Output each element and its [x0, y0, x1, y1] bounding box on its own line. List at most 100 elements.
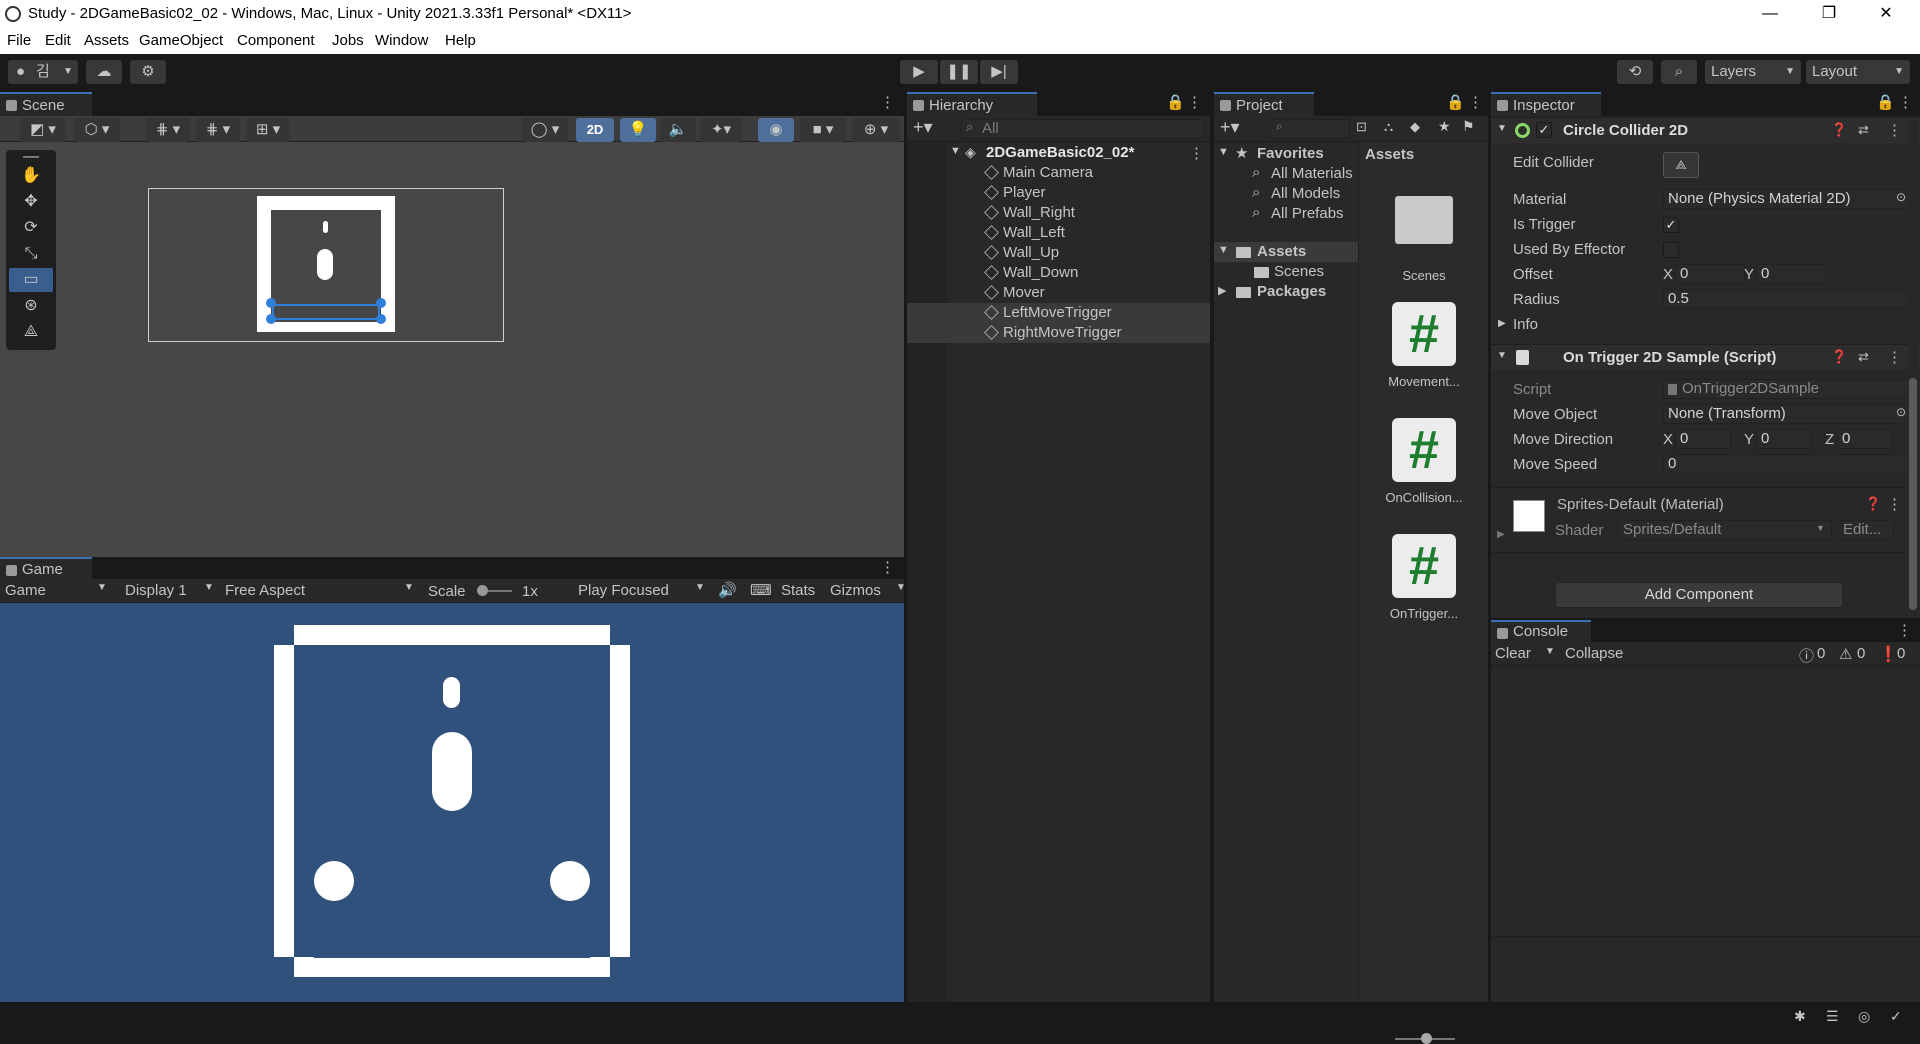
material-field[interactable]: None (Physics Material 2D) [1663, 189, 1913, 209]
tab-project[interactable]: Project [1214, 92, 1314, 116]
shader-edit-button[interactable]: Edit... [1838, 520, 1894, 540]
layout-dropdown[interactable]: Layout ▼ [1806, 60, 1910, 84]
aspect-dropdown[interactable]: Free Aspect [225, 582, 305, 599]
hierarchy-item-wall-left[interactable]: Wall_Left [907, 223, 1210, 243]
game-menu-icon[interactable]: ⋮ [880, 557, 895, 581]
lock-icon[interactable]: 🔒 [1876, 92, 1895, 116]
custom-tool-icon[interactable]: ⟁ [9, 320, 53, 344]
component-menu-icon[interactable]: ⋮ [1887, 121, 1902, 139]
hierarchy-item-wall-up[interactable]: Wall_Up [907, 243, 1210, 263]
tree-fav-prefabs[interactable]: ⌕ All Prefabs [1214, 204, 1358, 224]
hierarchy-menu-icon[interactable]: ⋮ [1187, 92, 1202, 116]
icon-size-slider-thumb[interactable] [1421, 1033, 1432, 1044]
auto-generate-lighting-icon[interactable]: ◎ [1858, 1008, 1870, 1025]
assets-breadcrumb[interactable]: Assets [1365, 146, 1414, 163]
tree-packages[interactable]: ▶ Packages [1214, 282, 1358, 302]
add-component-button[interactable]: Add Component [1555, 582, 1843, 608]
shading-dropdown[interactable]: ◯ ▾ [522, 118, 568, 142]
undo-history-button[interactable]: ⟲ [1617, 60, 1653, 84]
preset-icon[interactable]: ⇄ [1858, 122, 1869, 138]
move-direction-z-field[interactable]: 0 [1837, 429, 1893, 449]
scene-row[interactable]: ▼ ◈ 2DGameBasic02_02* ⋮ [907, 143, 1210, 163]
play-button[interactable]: ▶ [900, 60, 938, 84]
hierarchy-search-input[interactable]: All [961, 119, 1205, 139]
expand-arrow-icon[interactable]: ▼ [1218, 244, 1229, 256]
tree-assets[interactable]: ▼ Assets [1214, 242, 1358, 262]
asset-ontrigger-script[interactable]: # OnTrigger... [1374, 534, 1474, 621]
asset-scenes-folder[interactable]: Scenes [1374, 188, 1474, 283]
rect-tool-icon[interactable]: ▭ [9, 268, 53, 292]
create-plus-icon[interactable]: +▾ [913, 117, 933, 138]
tab-console[interactable]: Console [1491, 620, 1591, 642]
debug-icon[interactable]: ✱ [1794, 1008, 1806, 1025]
audio-toggle[interactable]: 🔈 [660, 118, 696, 142]
scale-tool-icon[interactable]: ⤡ [9, 242, 53, 266]
menu-file[interactable]: File [7, 32, 31, 49]
rotate-tool-icon[interactable]: ⟳ [9, 216, 53, 240]
inspector-scrollbar[interactable] [1908, 120, 1918, 614]
transform-tool-icon[interactable]: ⊛ [9, 294, 53, 318]
2d-mode-toggle[interactable]: 2D [576, 118, 614, 142]
tab-game[interactable]: Game [0, 557, 92, 579]
palette-grip-icon[interactable]: — [9, 149, 53, 165]
used-by-effector-checkbox[interactable] [1663, 242, 1679, 258]
favorite-star-icon[interactable]: ★ [1438, 118, 1451, 135]
lock-icon[interactable]: 🔒 [1166, 92, 1185, 116]
camera-dropdown[interactable]: ■ ▾ [800, 118, 846, 142]
hierarchy-item-mover[interactable]: Mover [907, 283, 1210, 303]
collapse-arrow-icon[interactable]: ▼ [1497, 123, 1507, 134]
lighting-toggle[interactable]: 💡 [620, 118, 656, 142]
hand-tool-icon[interactable]: ✋ [9, 164, 53, 188]
minimize-button[interactable]: — [1750, 2, 1790, 26]
tree-fav-models[interactable]: ⌕ All Models [1214, 184, 1358, 204]
menu-help[interactable]: Help [445, 32, 476, 49]
inspector-menu-icon[interactable]: ⋮ [1898, 92, 1913, 116]
mute-audio-icon[interactable]: 🔊 [718, 581, 737, 599]
warning-icon[interactable]: ⚠ [1839, 645, 1852, 663]
component-menu-icon[interactable]: ⋮ [1887, 348, 1902, 366]
hierarchy-item-left-move-trigger[interactable]: LeftMoveTrigger [907, 303, 1210, 323]
move-speed-field[interactable]: 0 [1663, 454, 1913, 474]
offset-x-field[interactable]: 0 [1675, 264, 1745, 284]
material-menu-icon[interactable]: ⋮ [1887, 495, 1902, 513]
cache-server-icon[interactable]: ☰ [1826, 1008, 1839, 1025]
tab-scene[interactable]: Scene [0, 92, 92, 116]
menu-assets[interactable]: Assets [84, 32, 129, 49]
handle-top-right[interactable] [376, 298, 386, 308]
hierarchy-item-player[interactable]: Player [907, 183, 1210, 203]
account-dropdown[interactable]: ● 김 ▼ [8, 60, 78, 84]
progress-check-icon[interactable]: ✓ [1890, 1008, 1902, 1025]
help-icon[interactable]: ❓ [1865, 496, 1881, 512]
label-icon[interactable]: ◆ [1410, 119, 1420, 135]
overlay-dropdown[interactable]: ⬡ ▾ [74, 118, 120, 142]
lock-icon[interactable]: 🔒 [1446, 92, 1465, 116]
component-enabled-checkbox[interactable]: ✓ [1536, 122, 1552, 138]
tree-fav-materials[interactable]: ⌕ All Materials [1214, 164, 1358, 184]
hierarchy-item-wall-right[interactable]: Wall_Right [907, 203, 1210, 223]
menu-window[interactable]: Window [375, 32, 428, 49]
script-component-header[interactable]: ▼ On Trigger 2D Sample (Script) ❓ ⇄ ⋮ [1491, 344, 1920, 370]
close-button[interactable]: ✕ [1866, 2, 1906, 26]
info-foldout[interactable]: Info [1513, 316, 1538, 333]
asset-oncollision-script[interactable]: # OnCollision... [1374, 418, 1474, 505]
tree-favorites[interactable]: ▼ ★ Favorites [1214, 144, 1358, 164]
edit-collider-button[interactable]: ⟁ [1663, 152, 1699, 178]
search-by-type-icon[interactable]: ⊡ [1356, 119, 1367, 135]
step-button[interactable]: ▶| [980, 60, 1018, 84]
scene-menu-icon[interactable]: ⋮ [880, 92, 895, 116]
tree-scenes[interactable]: Scenes [1214, 262, 1358, 282]
hidden-packages-icon[interactable]: ⚑ [1462, 118, 1475, 135]
handle-bottom-right[interactable] [376, 314, 386, 324]
keyboard-icon[interactable]: ⌨ [750, 581, 772, 599]
draw-mode-dropdown[interactable]: ◩ ▾ [20, 118, 66, 142]
cloud-button[interactable]: ☁ [86, 60, 122, 84]
collapse-button[interactable]: Collapse [1565, 645, 1623, 662]
pause-button[interactable]: ❚❚ [940, 60, 978, 84]
create-plus-icon[interactable]: +▾ [1220, 117, 1240, 138]
project-menu-icon[interactable]: ⋮ [1468, 92, 1483, 116]
console-menu-icon[interactable]: ⋮ [1897, 620, 1912, 642]
align-dropdown[interactable]: ⊞ ▾ [246, 118, 290, 142]
move-direction-y-field[interactable]: 0 [1756, 429, 1812, 449]
radius-field[interactable]: 0.5 [1663, 289, 1913, 309]
hierarchy-item-wall-down[interactable]: Wall_Down [907, 263, 1210, 283]
